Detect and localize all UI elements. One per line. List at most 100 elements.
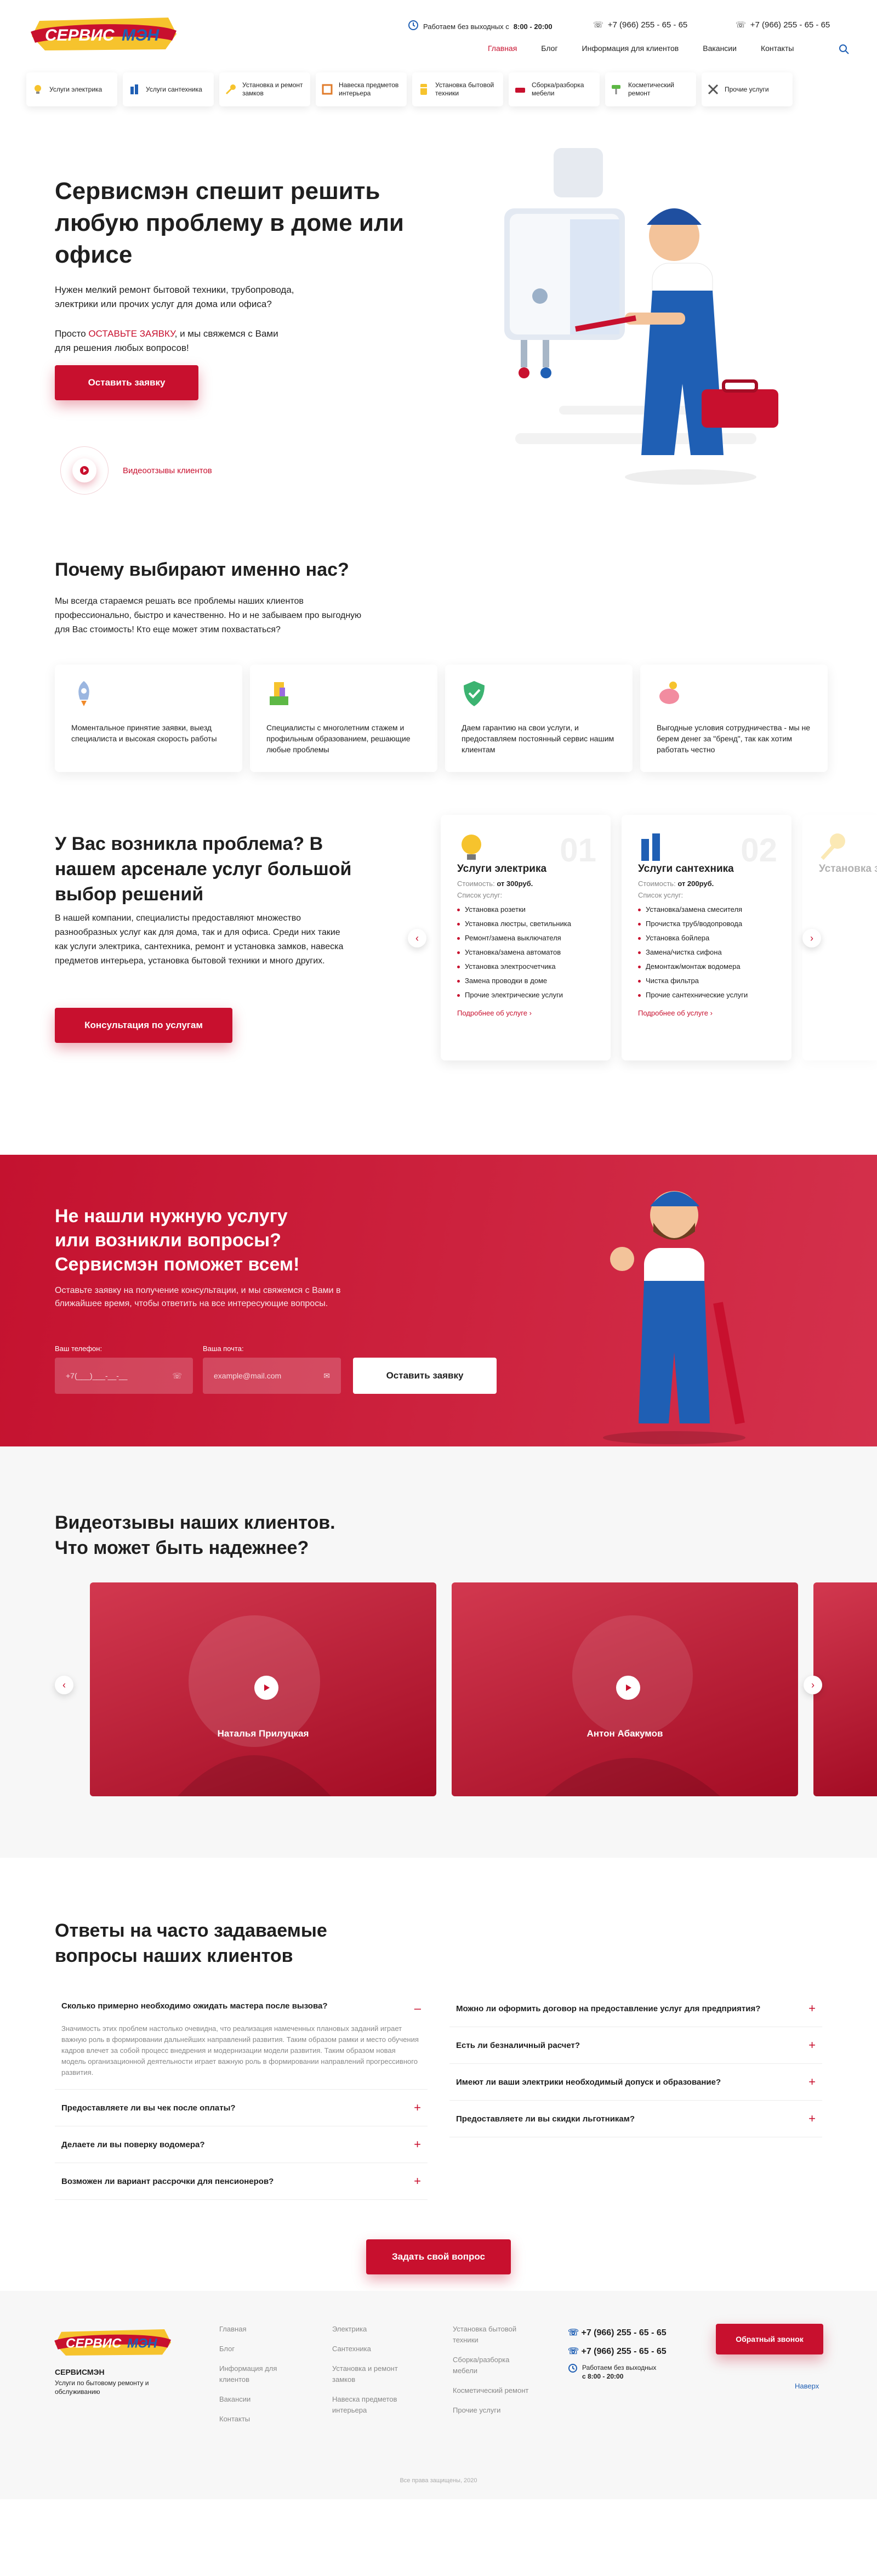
- services-prev-arrow[interactable]: ‹: [408, 929, 426, 947]
- faq-item[interactable]: Можно ли оформить договор на предоставле…: [449, 1990, 822, 2027]
- faq-question[interactable]: Есть ли безналичный расчет?: [456, 2041, 580, 2050]
- category-furniture[interactable]: Сборка/разборка мебели: [509, 72, 600, 106]
- more-label[interactable]: Подробнее об услуге: [638, 1009, 708, 1017]
- faq-question[interactable]: Делаете ли вы поверку водомера?: [61, 2140, 205, 2149]
- service-card[interactable]: 01 Услуги электрика Стоимость: от 300руб…: [441, 815, 611, 1060]
- nav-blog[interactable]: Блог: [541, 44, 557, 53]
- category-plumbing[interactable]: Услуги сантехника: [123, 72, 214, 106]
- video-card[interactable]: Наталья Прилуцкая: [90, 1582, 436, 1796]
- plus-icon[interactable]: +: [414, 2174, 421, 2188]
- category-appliances[interactable]: Установка бытовой техники: [412, 72, 503, 106]
- video-card[interactable]: Антон Абакумов: [452, 1582, 798, 1796]
- faq-item[interactable]: Имеют ли ваши электрики необходимый допу…: [449, 2064, 822, 2101]
- phone-number[interactable]: +7 (966) 255 - 65 - 65: [581, 2328, 666, 2337]
- phone-input[interactable]: +7(___)___-__-__ ☏: [55, 1358, 193, 1394]
- svg-text:МЭН: МЭН: [127, 2336, 157, 2351]
- service-list-item: Прочие сантехнические услуги: [638, 988, 775, 1002]
- faq-item-open[interactable]: Сколько примерно необходимо ожидать маст…: [55, 1990, 428, 2090]
- faq-question[interactable]: Можно ли оформить договор на предоставле…: [456, 2004, 760, 2013]
- services-consult-button[interactable]: Консультация по услугам: [55, 1008, 232, 1043]
- search-icon[interactable]: [839, 44, 850, 58]
- hero-request-link[interactable]: ОСТАВЬТЕ ЗАЯВКУ: [88, 328, 174, 339]
- service-card-number: 02: [741, 832, 777, 869]
- phone-number[interactable]: +7 (966) 255 - 65 - 65: [581, 2347, 666, 2356]
- footer-link[interactable]: Вакансии: [219, 2394, 296, 2405]
- footer-link[interactable]: Главная: [219, 2324, 296, 2335]
- category-locks[interactable]: Установка и ремонт замков: [219, 72, 310, 106]
- footer-phone-2[interactable]: ☏ +7 (966) 255 - 65 - 65: [568, 2342, 667, 2361]
- more-label[interactable]: Подробнее об услуге: [457, 1009, 527, 1017]
- phone-icon: ☏: [568, 2347, 579, 2356]
- play-icon[interactable]: [254, 1676, 278, 1700]
- working-hours: Работаем без выходных с 8:00 - 20:00: [408, 20, 553, 33]
- service-list-item: Замена проводки в доме: [457, 974, 594, 988]
- service-more-link[interactable]: Подробнее об услуге ›: [457, 1009, 594, 1017]
- phone-placeholder: +7(___)___-__-__: [66, 1371, 128, 1380]
- nav-contacts[interactable]: Контакты: [761, 44, 794, 53]
- services-next-arrow[interactable]: ›: [802, 929, 821, 947]
- email-input[interactable]: example@mail.com ✉: [203, 1358, 341, 1394]
- services-text: В нашей компании, специалисты предоставл…: [55, 913, 344, 966]
- phone-number[interactable]: +7 (966) 255 - 65 - 65: [750, 20, 830, 30]
- plus-icon[interactable]: +: [414, 2137, 421, 2152]
- footer-link[interactable]: Информация для клиентов: [219, 2363, 296, 2385]
- faq-question[interactable]: Возможен ли вариант рассрочки для пенсио…: [61, 2177, 274, 2186]
- footer-logo[interactable]: СЕРВИС МЭН: [53, 2327, 173, 2358]
- footer-link[interactable]: Контакты: [219, 2414, 296, 2425]
- cta-submit-button[interactable]: Оставить заявку: [353, 1358, 497, 1394]
- faq-question[interactable]: Предоставляете ли вы скидки льготникам?: [456, 2114, 635, 2124]
- service-card[interactable]: 02 Услуги сантехника Стоимость: от 200ру…: [622, 815, 791, 1060]
- faq-item[interactable]: Делаете ли вы поверку водомера? +: [55, 2126, 428, 2163]
- minus-icon[interactable]: –: [414, 2001, 421, 2016]
- plus-icon[interactable]: +: [808, 2001, 816, 2016]
- faq-question[interactable]: Сколько примерно необходимо ожидать маст…: [61, 2001, 328, 2016]
- ask-question-button[interactable]: Задать свой вопрос: [366, 2239, 511, 2274]
- play-button[interactable]: [60, 446, 109, 495]
- header-phone-2[interactable]: ☏ +7 (966) 255 - 65 - 65: [736, 20, 830, 30]
- cta-title-line: или возникли вопросы?: [55, 1230, 281, 1251]
- footer-link[interactable]: Косметический ремонт: [453, 2385, 535, 2396]
- videos-prev-arrow[interactable]: ‹: [55, 1676, 73, 1694]
- plus-icon[interactable]: +: [808, 2038, 816, 2052]
- category-interior[interactable]: Навеска предметов интерьера: [316, 72, 407, 106]
- service-more-link[interactable]: Подробнее об услуге ›: [638, 1009, 775, 1017]
- faq-item[interactable]: Возможен ли вариант рассрочки для пенсио…: [55, 2163, 428, 2200]
- footer-link[interactable]: Сантехника: [332, 2344, 414, 2354]
- footer-link[interactable]: Установка бытовой техники: [453, 2324, 535, 2346]
- category-electric[interactable]: Услуги электрика: [26, 72, 117, 106]
- footer-link[interactable]: Сборка/разборка мебели: [453, 2354, 535, 2376]
- plus-icon[interactable]: +: [808, 2075, 816, 2089]
- scroll-top-link[interactable]: Наверх: [795, 2382, 819, 2390]
- footer-phone-1[interactable]: ☏ +7 (966) 255 - 65 - 65: [568, 2324, 667, 2342]
- nav-client-info[interactable]: Информация для клиентов: [582, 44, 679, 53]
- logo[interactable]: СЕРВИС МЭН: [29, 15, 179, 53]
- footer-link[interactable]: Блог: [219, 2344, 296, 2354]
- plus-icon[interactable]: +: [808, 2112, 816, 2126]
- phone-number[interactable]: +7 (966) 255 - 65 - 65: [608, 20, 688, 30]
- faq-item[interactable]: Предоставляете ли вы скидки льготникам? +: [449, 2101, 822, 2137]
- service-list-item: Установка бойлера: [638, 931, 775, 945]
- faq-item[interactable]: Есть ли безналичный расчет? +: [449, 2027, 822, 2064]
- hero-request-button[interactable]: Оставить заявку: [55, 365, 198, 400]
- video-card-partial[interactable]: [813, 1582, 877, 1796]
- main-nav: Главная Блог Информация для клиентов Вак…: [488, 44, 818, 53]
- header-phone-1[interactable]: ☏ +7 (966) 255 - 65 - 65: [593, 20, 687, 30]
- footer-link[interactable]: Электрика: [332, 2324, 414, 2335]
- category-other[interactable]: Прочие услуги: [702, 72, 793, 106]
- footer-link[interactable]: Навеска предметов интерьера: [332, 2394, 414, 2416]
- nav-home[interactable]: Главная: [488, 44, 517, 53]
- nav-vacancies[interactable]: Вакансии: [703, 44, 737, 53]
- plus-icon[interactable]: +: [414, 2101, 421, 2115]
- video-reviews-label[interactable]: Видеоотзывы клиентов: [123, 466, 212, 475]
- faq-question[interactable]: Предоставляете ли вы чек после оплаты?: [61, 2103, 236, 2113]
- category-renovation[interactable]: Косметический ремонт: [605, 72, 696, 106]
- footer-link[interactable]: Прочие услуги: [453, 2405, 535, 2416]
- play-icon[interactable]: [616, 1676, 640, 1700]
- footer-link[interactable]: Установка и ремонт замков: [332, 2363, 414, 2385]
- videos-next-arrow[interactable]: ›: [804, 1676, 822, 1694]
- faq-question[interactable]: Имеют ли ваши электрики необходимый допу…: [456, 2078, 721, 2087]
- video-reviews-link[interactable]: Видеоотзывы клиентов: [60, 446, 212, 495]
- roller-icon: [611, 83, 623, 95]
- callback-button[interactable]: Обратный звонок: [716, 2324, 823, 2354]
- faq-item[interactable]: Предоставляете ли вы чек после оплаты? +: [55, 2090, 428, 2126]
